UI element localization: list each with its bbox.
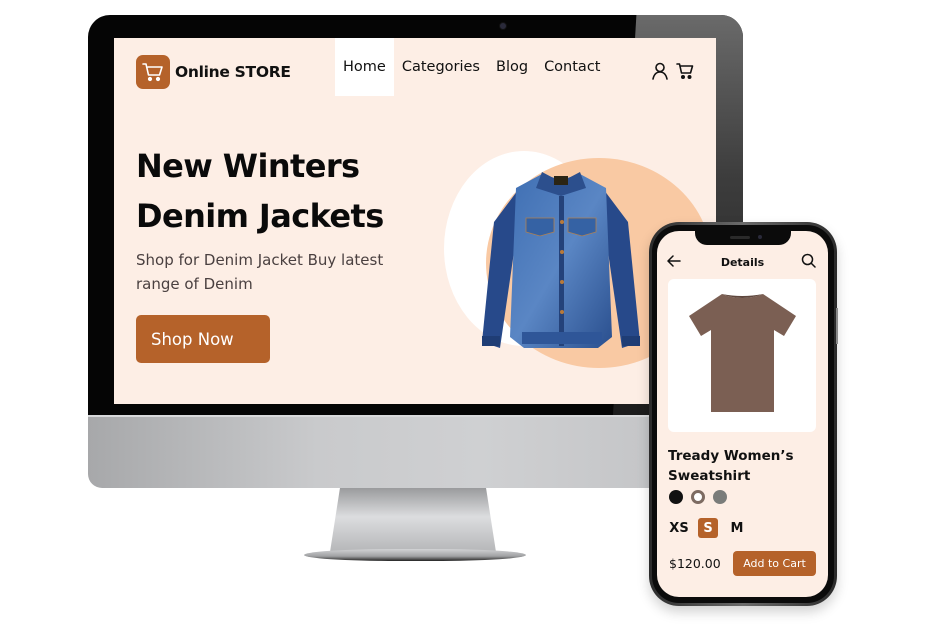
monitor-chin xyxy=(88,415,743,488)
product-image-card[interactable] xyxy=(668,279,816,432)
monitor-stand xyxy=(330,488,496,552)
size-selector: XS S M xyxy=(669,518,747,538)
logo-text: Online STORE xyxy=(175,63,291,81)
tshirt-image xyxy=(689,294,796,412)
add-to-cart-button[interactable]: Add to Cart xyxy=(733,551,816,576)
nav-item-categories[interactable]: Categories xyxy=(394,38,488,96)
desktop-screen: Online STORE Home Categories Blog Contac… xyxy=(114,38,716,404)
phone-screen: Details Tready Women’s Sweatshirt XS S M… xyxy=(657,231,828,597)
color-swatch-black[interactable] xyxy=(669,490,683,504)
color-swatch-grey[interactable] xyxy=(713,490,727,504)
front-camera-icon xyxy=(758,235,762,239)
monitor-base xyxy=(304,549,526,561)
size-option-xs[interactable]: XS xyxy=(669,518,689,538)
nav-item-blog[interactable]: Blog xyxy=(488,38,536,96)
nav-item-home[interactable]: Home xyxy=(335,38,394,96)
phone-header: Details xyxy=(657,253,828,273)
hero-title: New Winters Denim Jackets xyxy=(136,141,456,241)
cart-icon[interactable] xyxy=(676,62,694,80)
speaker-icon xyxy=(730,236,750,239)
shop-now-button[interactable]: Shop Now xyxy=(136,315,270,363)
store-logo[interactable]: Online STORE xyxy=(136,55,291,89)
nav-menu: Home Categories Blog Contact xyxy=(335,38,608,96)
hero-subtitle: Shop for Denim Jacket Buy latest range o… xyxy=(136,251,384,293)
color-swatch-selected[interactable] xyxy=(691,490,705,504)
nav-icons xyxy=(651,62,694,80)
nav-item-contact[interactable]: Contact xyxy=(536,38,608,96)
size-option-m[interactable]: M xyxy=(727,518,747,538)
color-swatches xyxy=(669,490,727,504)
product-name: Tready Women’s Sweatshirt xyxy=(668,448,794,484)
logo-badge xyxy=(136,55,170,89)
webcam-icon xyxy=(499,22,507,30)
hero-title-line2: Denim Jackets xyxy=(136,197,384,235)
phone-notch xyxy=(695,231,791,245)
hero-title-line1: New Winters xyxy=(136,147,360,185)
search-icon[interactable] xyxy=(801,253,816,268)
desktop-navbar: Online STORE Home Categories Blog Contac… xyxy=(114,38,716,96)
size-option-s[interactable]: S xyxy=(698,518,718,538)
phone-side-button xyxy=(836,308,838,344)
product-price: $120.00 xyxy=(669,556,721,571)
user-icon[interactable] xyxy=(651,62,669,80)
denim-jacket-image xyxy=(482,172,640,348)
cart-icon xyxy=(142,63,163,82)
